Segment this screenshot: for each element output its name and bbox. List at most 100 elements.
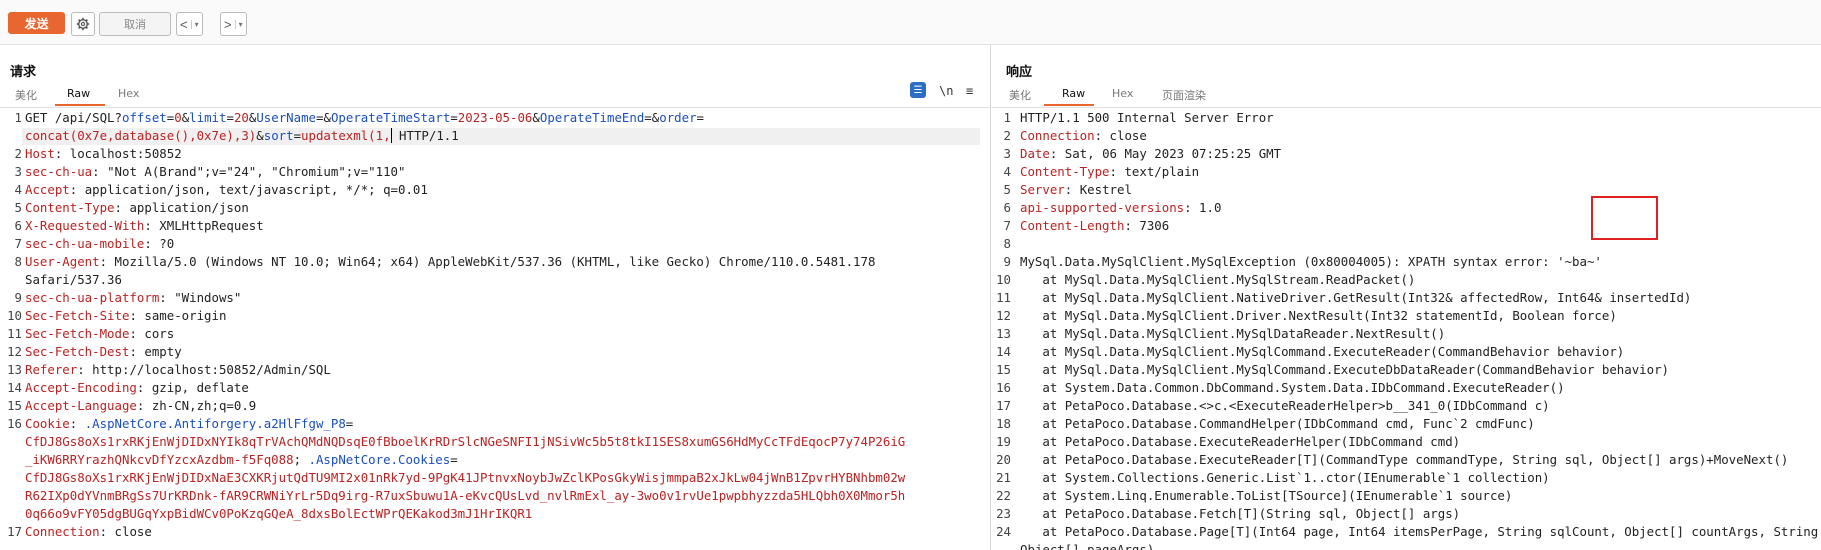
response-body-line: at MySql.Data.MySqlClient.MySqlCommand.E… [1020,362,1670,377]
line-number: 11 [7,326,22,341]
wrap-lines-icon[interactable]: ☰ [910,82,926,98]
settings-button[interactable] [71,12,95,36]
response-body-line: at PetaPoco.Database.ExecuteReader[T](Co… [1020,452,1789,467]
response-body-line: at PetaPoco.Database.ExecuteReaderHelper… [1020,434,1461,449]
line-number: 2 [1003,128,1011,143]
back-nav-group[interactable]: < ▾ [176,12,203,36]
response-header-line: Date: Sat, 06 May 2023 07:25:25 GMT [1020,146,1282,161]
header-line: sec-ch-ua-platform: "Windows" [25,290,242,305]
back-dropdown-icon[interactable]: ▾ [190,19,202,29]
line-number: 14 [996,344,1011,359]
response-body-line: at MySql.Data.MySqlClient.MySqlStream.Re… [1020,272,1416,287]
response-header-line: api-supported-versions: 1.0 [1020,200,1222,215]
line-number: 10 [7,308,22,323]
header-line: Content-Type: application/json [25,200,249,215]
header-line: Host: localhost:50852 [25,146,182,161]
line-number: 9 [14,290,22,305]
header-line: User-Agent: Mozilla/5.0 (Windows NT 10.0… [25,254,876,269]
line-number: 3 [14,164,22,179]
response-body-line: at PetaPoco.Database.Page[T](Int64 page,… [1020,524,1821,539]
response-body-line: at MySql.Data.MySqlClient.MySqlCommand.E… [1020,344,1625,359]
line-number: 17 [7,524,22,539]
response-body-line: Object[] pageArgs) [1020,542,1155,550]
active-tab-indicator [55,104,105,106]
response-body-line: at System.Linq.Enumerable.ToList[TSource… [1020,488,1513,503]
tab-hex[interactable]: Hex [1112,87,1133,100]
line-number: 5 [1003,182,1011,197]
line-number: 16 [996,380,1011,395]
line-number: 8 [14,254,22,269]
send-button[interactable]: 发送 [8,12,65,34]
request-line-wrap: concat(0x7e,database(),0x7e),3)&sort=upd… [25,128,459,143]
header-line: Sec-Fetch-Site: same-origin [25,308,227,323]
tab-raw[interactable]: Raw [67,87,90,100]
line-number: 24 [996,524,1011,539]
response-header-line: Content-Type: text/plain [1020,164,1200,179]
response-body-line: at System.Data.Common.DbCommand.System.D… [1020,380,1565,395]
line-number: 5 [14,200,22,215]
header-line: Connection: close [25,524,152,539]
line-number: 4 [1003,164,1011,179]
cancel-button[interactable]: 取消 [99,12,171,36]
header-line: Accept-Encoding: gzip, deflate [25,380,249,395]
line-number: 16 [7,416,22,431]
forward-nav-group[interactable]: > ▾ [220,12,247,36]
line-number: 4 [14,182,22,197]
line-number: 2 [14,146,22,161]
gear-icon [76,17,90,31]
toolbar: 发送 取消 < ▾ > ▾ [0,0,1821,45]
line-number: 15 [996,362,1011,377]
response-body-line: at MySql.Data.MySqlClient.MySqlDataReade… [1020,326,1446,341]
line-number: 9 [1003,254,1011,269]
forward-dropdown-icon[interactable]: ▾ [234,19,246,29]
active-tab-indicator [1044,104,1094,106]
response-body-line: at PetaPoco.Database.Fetch[T](String sql… [1020,506,1461,521]
line-number: 19 [996,434,1011,449]
menu-icon[interactable]: ≡ [966,84,973,98]
response-body-line: at PetaPoco.Database.CommandHelper(IDbCo… [1020,416,1535,431]
status-line: HTTP/1.1 500 Internal Server Error [1020,110,1274,125]
request-tabs: 美化 Raw Hex [0,83,990,108]
line-number: 18 [996,416,1011,431]
highlight-box [1591,196,1658,240]
cookie-line: _iKW6RRYrazhQNkcvDfYzcxAzdbm-f5Fq088; .A… [25,452,458,467]
header-continuation: Safari/537.36 [25,272,122,287]
header-line: sec-ch-ua-mobile: ?0 [25,236,175,251]
cookie-line: R62IXp0dYVnmBRgSs7UrKRDnk-fAR9CRWNiYrLr5… [25,488,906,503]
back-arrow-icon[interactable]: < [177,17,191,32]
request-pane: 请求 美化 Raw Hex ☰ \n ≡ 1 GET /api/SQL?offs… [0,45,991,550]
header-line: Accept: application/json, text/javascrip… [25,182,428,197]
request-title: 请求 [10,65,37,80]
line-number: 10 [996,272,1011,287]
response-title: 响应 [1006,65,1033,80]
newline-toggle-icon[interactable]: \n [939,84,953,98]
tab-pretty[interactable]: 美化 [15,87,37,103]
line-number: 21 [996,470,1011,485]
cookie-line: 0q66o9vFY05dgBUGqYxpBidWCv0PoKzqGQeA_8dx… [25,506,533,521]
response-body-line: at PetaPoco.Database.<>c.<ExecuteReaderH… [1020,398,1550,413]
request-line: GET /api/SQL?offset=0&limit=20&UserName=… [25,110,705,125]
tab-pretty[interactable]: 美化 [1009,87,1031,103]
line-number: 20 [996,452,1011,467]
forward-arrow-icon[interactable]: > [221,17,235,32]
cookie-line: CfDJ8Gs8oXs1rxRKjEnWjDIDxNYIk8qTrVAchQMd… [25,434,906,449]
cookie-line: Cookie: .AspNetCore.Antiforgery.a2HlFfgw… [25,416,354,431]
line-number: 11 [996,290,1011,305]
tab-render[interactable]: 页面渲染 [1162,87,1206,103]
response-body-line: at MySql.Data.MySqlClient.NativeDriver.G… [1020,290,1692,305]
tab-hex[interactable]: Hex [118,87,139,100]
header-line: Sec-Fetch-Mode: cors [25,326,175,341]
response-editor[interactable]: 1 HTTP/1.1 500 Internal Server Error 2 Conn… [992,110,1821,550]
line-number: 13 [996,326,1011,341]
response-header-line: Content-Length: 7306 [1020,218,1170,233]
line-number: 13 [7,362,22,377]
response-tabs: 美化 Raw Hex 页面渲染 [992,83,1821,108]
line-number: 1 [1003,110,1011,125]
request-editor[interactable]: 1 GET /api/SQL?offset=0&limit=20&UserNam… [0,110,990,550]
tab-raw[interactable]: Raw [1062,87,1085,100]
line-number: 12 [996,308,1011,323]
line-number: 22 [996,488,1011,503]
line-number: 8 [1003,236,1011,251]
line-number: 17 [996,398,1011,413]
header-line: Referer: http://localhost:50852/Admin/SQ… [25,362,331,377]
